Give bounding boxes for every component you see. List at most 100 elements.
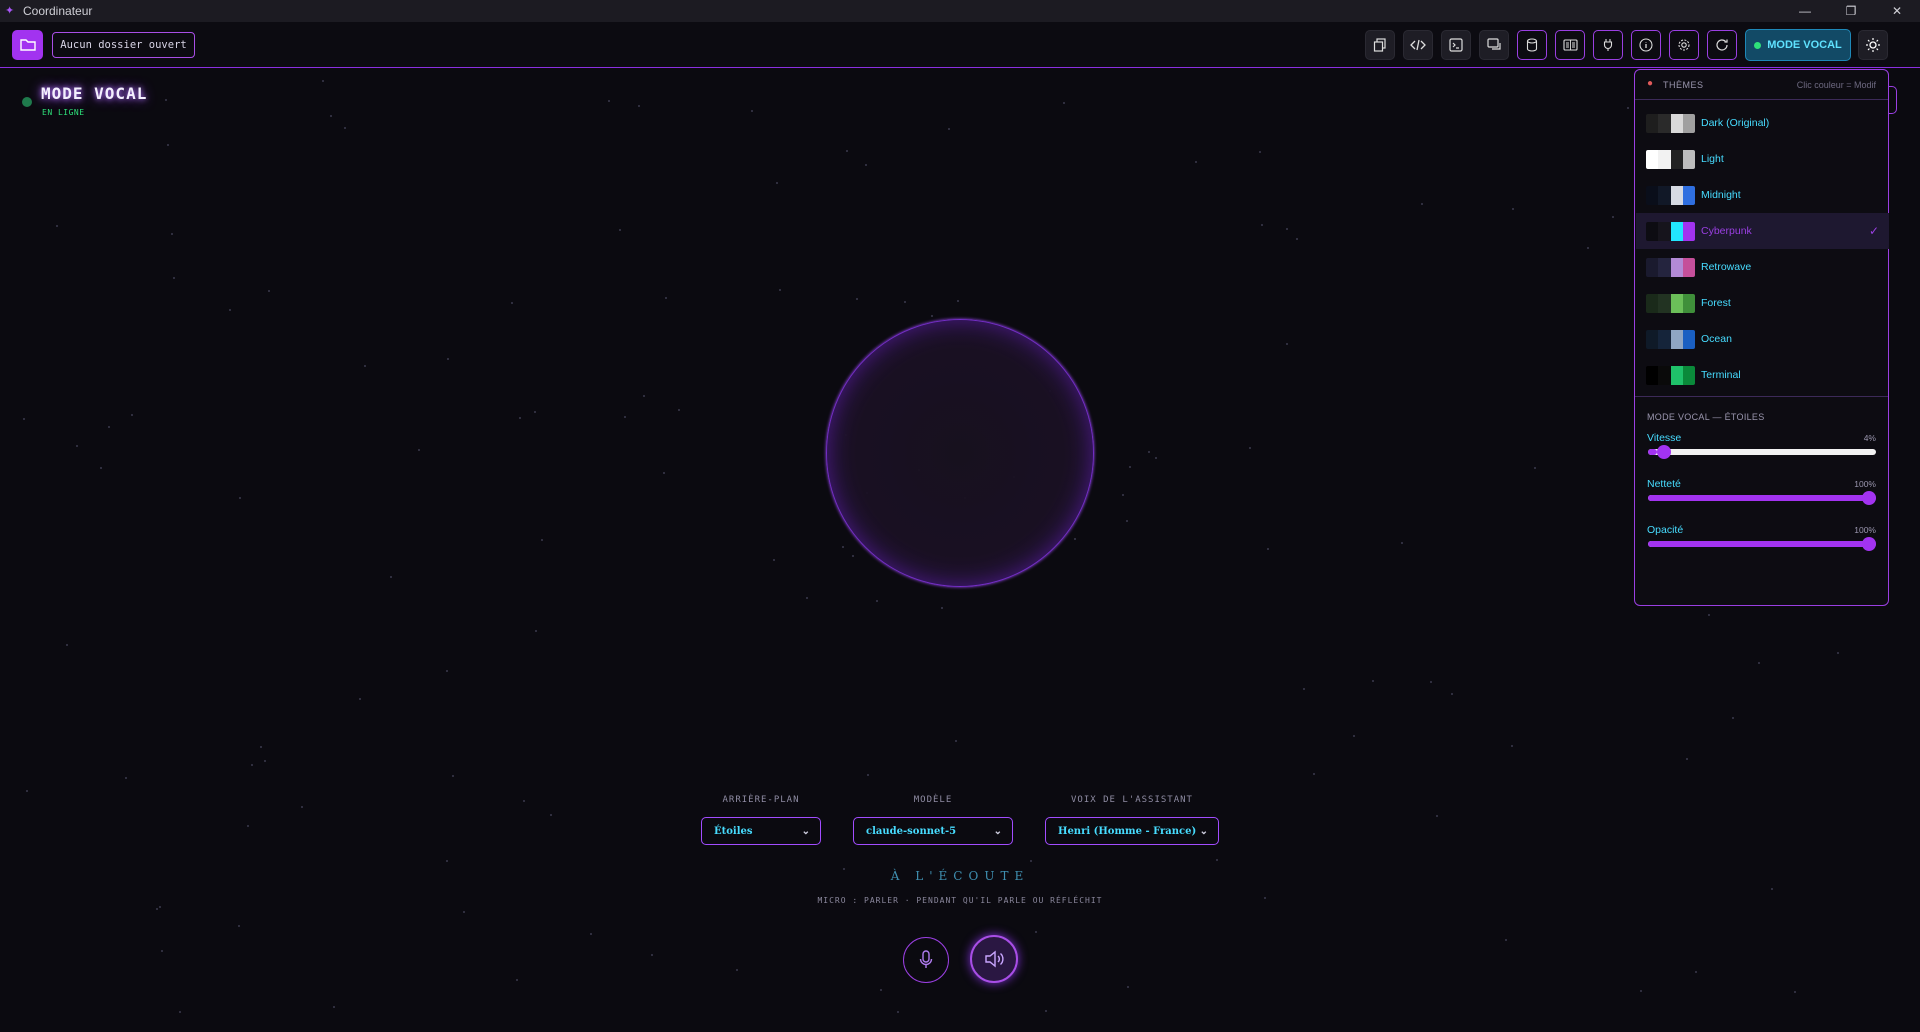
color-swatch[interactable]	[1646, 221, 1659, 241]
microphone-button[interactable]	[903, 937, 949, 983]
color-swatch[interactable]	[1658, 149, 1671, 169]
color-swatch[interactable]	[1670, 149, 1683, 169]
color-swatch[interactable]	[1682, 185, 1695, 205]
star	[773, 559, 775, 561]
color-swatch[interactable]	[1670, 257, 1683, 277]
star	[523, 800, 525, 802]
color-swatch[interactable]	[1682, 329, 1695, 349]
minimize-icon[interactable]: —	[1782, 0, 1828, 22]
star	[1267, 548, 1269, 550]
star	[1264, 897, 1266, 899]
model-select[interactable]: claude-sonnet-5 ⌄	[853, 817, 1013, 845]
color-swatch[interactable]	[1646, 329, 1659, 349]
color-swatch[interactable]	[1646, 365, 1659, 385]
slider-thumb[interactable]	[1862, 491, 1876, 505]
color-swatch[interactable]	[1670, 221, 1683, 241]
theme-option[interactable]: Terminal	[1636, 357, 1889, 393]
star	[608, 100, 610, 102]
color-swatch[interactable]	[1658, 113, 1671, 133]
theme-swatches[interactable]	[1646, 113, 1695, 133]
star	[1612, 216, 1614, 218]
color-swatch[interactable]	[1670, 329, 1683, 349]
copy-button[interactable]	[1365, 30, 1395, 60]
star	[1640, 990, 1642, 992]
color-swatch[interactable]	[1646, 149, 1659, 169]
info-button[interactable]	[1631, 30, 1661, 60]
star	[161, 950, 163, 952]
color-swatch[interactable]	[1682, 257, 1695, 277]
star	[590, 933, 592, 935]
voice-select-value: Henri (Homme - France)	[1058, 825, 1197, 837]
color-swatch[interactable]	[1658, 221, 1671, 241]
window-title: Coordinateur	[23, 4, 93, 18]
theme-option[interactable]: Ocean	[1636, 321, 1889, 357]
window-controls: — ❐ ✕	[1782, 0, 1920, 22]
color-swatch[interactable]	[1658, 257, 1671, 277]
star	[1148, 451, 1150, 453]
color-swatch[interactable]	[1682, 365, 1695, 385]
star	[842, 546, 844, 548]
plugin-button[interactable]	[1593, 30, 1623, 60]
color-swatch[interactable]	[1682, 221, 1695, 241]
color-swatch[interactable]	[1646, 293, 1659, 313]
settings-button[interactable]	[1669, 30, 1699, 60]
color-swatch[interactable]	[1658, 293, 1671, 313]
star	[1249, 447, 1251, 449]
color-swatch[interactable]	[1682, 149, 1695, 169]
speaker-button[interactable]	[970, 935, 1018, 983]
background-select[interactable]: Étoiles ⌄	[701, 817, 821, 845]
chat-button[interactable]	[1479, 30, 1509, 60]
color-swatch[interactable]	[1658, 329, 1671, 349]
panel-button[interactable]	[1555, 30, 1585, 60]
close-icon[interactable]: ✕	[1874, 0, 1920, 22]
database-button[interactable]	[1517, 30, 1547, 60]
color-swatch[interactable]	[1670, 113, 1683, 133]
color-swatch[interactable]	[1646, 257, 1659, 277]
star	[1155, 457, 1157, 459]
color-swatch[interactable]	[1682, 113, 1695, 133]
color-swatch[interactable]	[1658, 365, 1671, 385]
theme-name: Ocean	[1701, 333, 1732, 345]
theme-swatches[interactable]	[1646, 221, 1695, 241]
color-swatch[interactable]	[1670, 293, 1683, 313]
slider-thumb[interactable]	[1657, 445, 1672, 459]
theme-swatches[interactable]	[1646, 257, 1695, 277]
star	[776, 182, 778, 184]
theme-swatches[interactable]	[1646, 185, 1695, 205]
star	[1436, 815, 1438, 817]
mode-vocal-button[interactable]: MODE VOCAL	[1745, 29, 1851, 61]
refresh-button[interactable]	[1707, 30, 1737, 60]
theme-button[interactable]	[1858, 30, 1888, 60]
star	[1587, 247, 1589, 249]
star	[1127, 986, 1129, 988]
open-folder-button[interactable]	[12, 30, 43, 60]
star	[1837, 652, 1839, 654]
restore-icon[interactable]: ❐	[1828, 0, 1874, 22]
color-swatch[interactable]	[1658, 185, 1671, 205]
slider-thumb[interactable]	[1862, 537, 1876, 551]
color-swatch[interactable]	[1682, 293, 1695, 313]
code-button[interactable]	[1403, 30, 1433, 60]
color-swatch[interactable]	[1670, 365, 1683, 385]
theme-option[interactable]: Dark (Original)	[1636, 105, 1889, 141]
slider-track[interactable]	[1648, 445, 1876, 459]
theme-option[interactable]: Retrowave	[1636, 249, 1889, 285]
theme-option[interactable]: Light	[1636, 141, 1889, 177]
color-swatch[interactable]	[1646, 113, 1659, 133]
theme-swatches[interactable]	[1646, 365, 1695, 385]
theme-swatches[interactable]	[1646, 329, 1695, 349]
current-folder-label[interactable]: Aucun dossier ouvert	[52, 32, 195, 58]
theme-swatches[interactable]	[1646, 149, 1695, 169]
star	[624, 416, 626, 418]
terminal-button[interactable]	[1441, 30, 1471, 60]
theme-swatches[interactable]	[1646, 293, 1695, 313]
color-swatch[interactable]	[1670, 185, 1683, 205]
theme-option[interactable]: Forest	[1636, 285, 1889, 321]
voice-select[interactable]: Henri (Homme - France) ⌄	[1045, 817, 1219, 845]
theme-option[interactable]: Midnight	[1636, 177, 1889, 213]
color-swatch[interactable]	[1646, 185, 1659, 205]
theme-option[interactable]: Cyberpunk ✓	[1636, 213, 1889, 249]
slider-track[interactable]	[1648, 491, 1876, 505]
star	[390, 576, 392, 578]
slider-track[interactable]	[1648, 537, 1876, 551]
